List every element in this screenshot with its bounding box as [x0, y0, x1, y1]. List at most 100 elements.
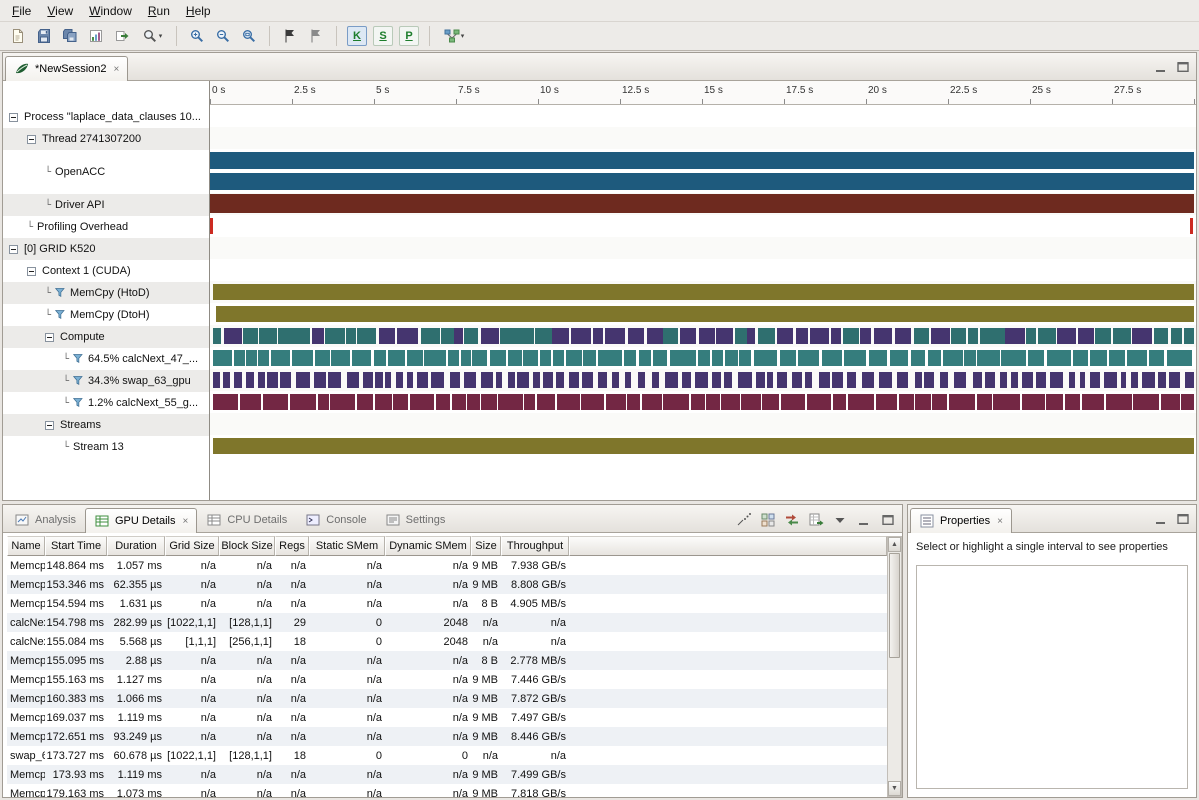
- tree-row-memcpy-dtoh[interactable]: └MemCpy (DtoH): [3, 304, 209, 326]
- timeline-bar-segment[interactable]: [598, 350, 623, 366]
- timeline-bar-segment[interactable]: [1073, 350, 1089, 366]
- timeline-bar-segment[interactable]: [1022, 394, 1045, 410]
- track-kernel-calcnext-55[interactable]: [210, 391, 1196, 413]
- tree-row-memcpy-htod[interactable]: └MemCpy (HtoD): [3, 282, 209, 304]
- zoom-fit-button[interactable]: [237, 24, 261, 48]
- timeline-bar-segment[interactable]: [280, 372, 291, 388]
- scroll-down-button[interactable]: ▼: [888, 781, 901, 796]
- tab-console[interactable]: Console: [296, 507, 375, 532]
- timeline-bar-segment[interactable]: [393, 394, 408, 410]
- track-kernel-swap-63[interactable]: [210, 369, 1196, 391]
- table-row[interactable]: Memcpy160.383 ms1.066 msn/an/an/an/an/a9…: [7, 689, 887, 708]
- table-row[interactable]: swap_6173.727 ms60.678 µs[1022,1,1][128,…: [7, 746, 887, 765]
- collapse-toggle[interactable]: [27, 267, 36, 276]
- timeline-bar-segment[interactable]: [1082, 394, 1104, 410]
- col-header-size[interactable]: Size: [471, 536, 501, 556]
- timeline-bar-segment[interactable]: [210, 152, 1194, 169]
- timeline-bar-segment[interactable]: [598, 372, 607, 388]
- table-row[interactable]: Memcpy155.095 ms2.88 µsn/an/an/an/an/a8 …: [7, 651, 887, 670]
- timeline-bar-segment[interactable]: [1185, 372, 1194, 388]
- timeline-bar-segment[interactable]: [246, 350, 257, 366]
- timeline-bar-segment[interactable]: [670, 350, 696, 366]
- timeline-bar-segment[interactable]: [263, 394, 288, 410]
- save-all-button[interactable]: [58, 24, 82, 48]
- timeline-bar-segment[interactable]: [943, 350, 963, 366]
- timeline-bar-segment[interactable]: [627, 394, 640, 410]
- toggle-kernel-timeline-button[interactable]: K: [347, 26, 367, 46]
- timeline-bar-segment[interactable]: [1065, 394, 1080, 410]
- timeline-bar-segment[interactable]: [210, 218, 213, 234]
- timeline-bar-segment[interactable]: [663, 328, 678, 344]
- timeline-bar-segment[interactable]: [698, 350, 710, 366]
- col-header-dynamic-smem[interactable]: Dynamic SMem: [385, 536, 471, 556]
- menu-file[interactable]: File: [4, 2, 39, 20]
- timeline-bar-segment[interactable]: [994, 328, 1004, 344]
- table-row[interactable]: Memcpy153.346 ms62.355 µsn/an/an/an/an/a…: [7, 575, 887, 594]
- timeline-bar-segment[interactable]: [796, 328, 808, 344]
- timeline-bar-segment[interactable]: [234, 350, 245, 366]
- export-profile-button[interactable]: [110, 24, 134, 48]
- minimize-button[interactable]: [1152, 510, 1170, 528]
- timeline-bar-segment[interactable]: [932, 394, 947, 410]
- timeline-bar-segment[interactable]: [1121, 372, 1126, 388]
- timeline-bar-segment[interactable]: [625, 372, 631, 388]
- timeline-bar-segment[interactable]: [1131, 372, 1138, 388]
- timeline-bar-segment[interactable]: [464, 372, 476, 388]
- timeline-bar-segment[interactable]: [318, 394, 329, 410]
- timeline-bar-segment[interactable]: [653, 350, 667, 366]
- timeline-bar-segment[interactable]: [695, 372, 708, 388]
- timeline-bar-segment[interactable]: [895, 328, 912, 344]
- timeline-bar-segment[interactable]: [1133, 394, 1160, 410]
- timeline-bar-segment[interactable]: [1022, 372, 1033, 388]
- timeline-bar-segment[interactable]: [1028, 350, 1044, 366]
- scroll-up-button[interactable]: ▲: [888, 537, 901, 552]
- track-grid-k520[interactable]: [210, 237, 1196, 259]
- timeline-bar-segment[interactable]: [1158, 372, 1166, 388]
- timeline-bar-segment[interactable]: [397, 328, 419, 344]
- timeline-bar-segment[interactable]: [805, 372, 812, 388]
- timeline-bar-segment[interactable]: [876, 394, 897, 410]
- zoom-out-button[interactable]: [211, 24, 235, 48]
- timeline-bar-segment[interactable]: [278, 328, 297, 344]
- timeline-bar-segment[interactable]: [940, 372, 948, 388]
- timeline-bar-segment[interactable]: [777, 372, 787, 388]
- table-row[interactable]: Memcpy172.651 ms93.249 µsn/an/an/an/an/a…: [7, 727, 887, 746]
- timeline-bar-segment[interactable]: [210, 194, 1194, 213]
- timeline-bar-segment[interactable]: [571, 328, 591, 344]
- timeline-bar-segment[interactable]: [843, 328, 859, 344]
- timeline-bar-segment[interactable]: [767, 372, 773, 388]
- timeline-bar-segment[interactable]: [454, 328, 463, 344]
- timeline-bar-segment[interactable]: [461, 350, 472, 366]
- tab-cpu-details[interactable]: CPU Details: [197, 507, 296, 532]
- timeline-bar-segment[interactable]: [980, 328, 995, 344]
- table-row[interactable]: Memcpy169.037 ms1.119 msn/an/an/an/an/a9…: [7, 708, 887, 727]
- timeline-bar-segment[interactable]: [721, 394, 740, 410]
- search-button[interactable]: ▾: [136, 24, 168, 48]
- timeline-bar-segment[interactable]: [452, 394, 466, 410]
- timeline-bar-segment[interactable]: [977, 394, 992, 410]
- timeline-bar-segment[interactable]: [754, 350, 777, 366]
- timeline-bar-segment[interactable]: [1090, 372, 1100, 388]
- timeline-bar-segment[interactable]: [647, 328, 663, 344]
- timeline-bar-segment[interactable]: [1167, 350, 1192, 366]
- tree-row-process[interactable]: Process "laplace_data_clauses 10...: [3, 106, 209, 128]
- timeline-bar-segment[interactable]: [213, 438, 1194, 454]
- timeline-bar-segment[interactable]: [357, 394, 373, 410]
- track-openacc[interactable]: [210, 149, 1196, 193]
- tree-row-stream-13[interactable]: └Stream 13: [3, 436, 209, 458]
- timeline-bar-segment[interactable]: [375, 394, 392, 410]
- tree-row-context-1[interactable]: Context 1 (CUDA): [3, 260, 209, 282]
- menu-window[interactable]: Window: [81, 2, 140, 20]
- timeline-bar-segment[interactable]: [1036, 372, 1046, 388]
- track-memcpy-htod[interactable]: [210, 281, 1196, 303]
- save-button[interactable]: [32, 24, 56, 48]
- maximize-button[interactable]: [1174, 58, 1192, 76]
- table-row[interactable]: Memcpy148.864 ms1.057 msn/an/an/an/an/a9…: [7, 556, 887, 575]
- timeline-bar-segment[interactable]: [524, 394, 535, 410]
- track-context-1[interactable]: [210, 259, 1196, 281]
- timeline-bar-segment[interactable]: [379, 328, 395, 344]
- timeline-bar-segment[interactable]: [328, 372, 341, 388]
- collapse-toggle[interactable]: [9, 245, 18, 254]
- timeline-bar-segment[interactable]: [949, 394, 976, 410]
- timeline-bar-segment[interactable]: [682, 372, 691, 388]
